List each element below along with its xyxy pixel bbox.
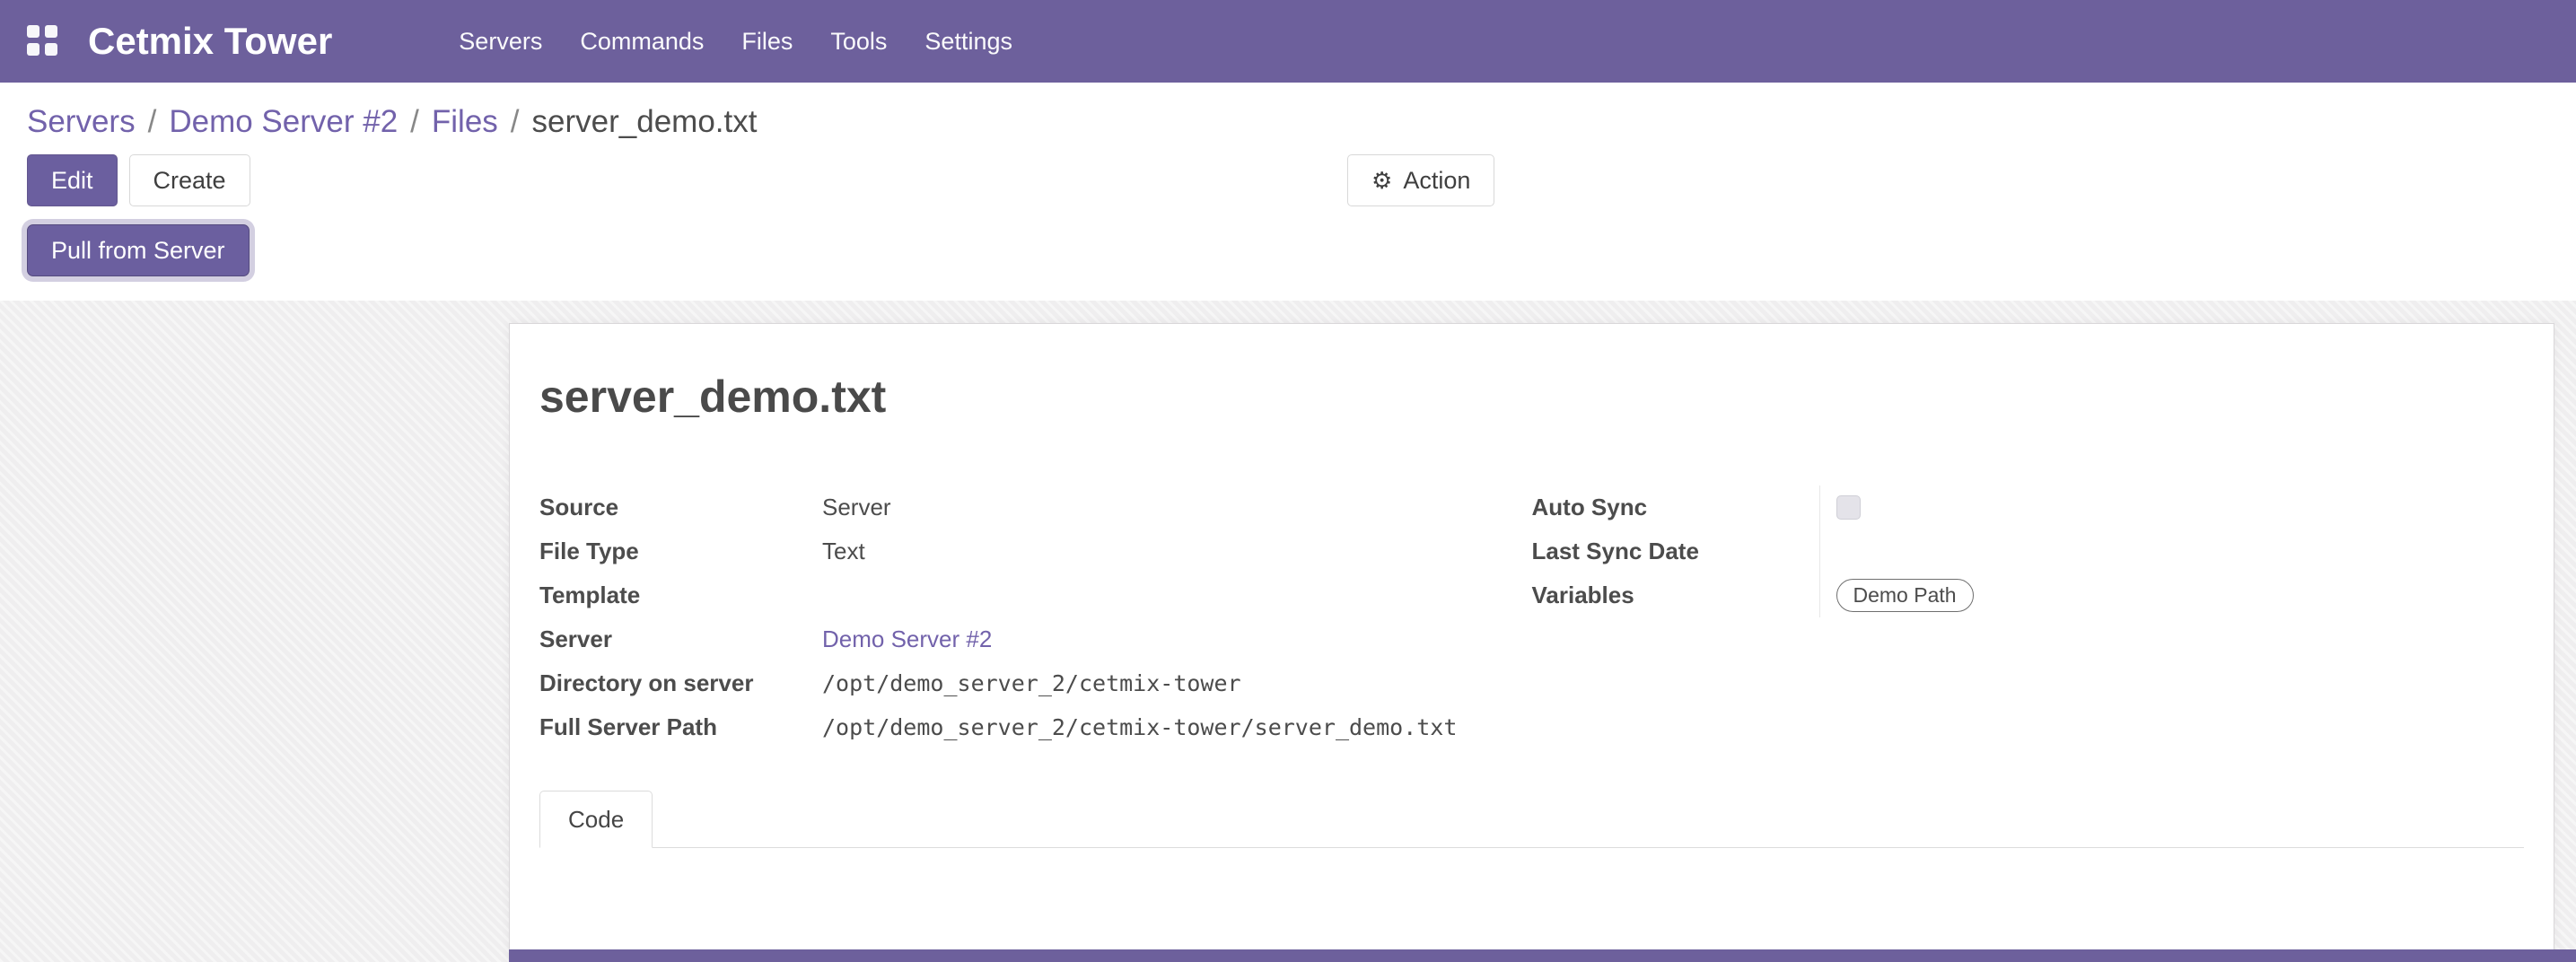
field-value-server: Demo Server #2 bbox=[822, 625, 1532, 653]
apps-menu-icon[interactable] bbox=[27, 25, 59, 57]
main-menu: Servers Commands Files Tools Settings bbox=[440, 0, 1031, 83]
field-groups: Source Server File Type Text Template Se… bbox=[539, 485, 2524, 749]
header-buttons-row: Pull from Server bbox=[0, 212, 2576, 276]
content-area: server_demo.txt Source Server File Type … bbox=[0, 301, 2576, 962]
field-label: Source bbox=[539, 494, 822, 521]
field-group-left: Source Server File Type Text Template Se… bbox=[539, 485, 1532, 749]
form-sheet: server_demo.txt Source Server File Type … bbox=[509, 323, 2554, 962]
create-button[interactable]: Create bbox=[129, 154, 250, 206]
field-value-auto-sync bbox=[1819, 485, 2525, 529]
notebook-tabs: Code bbox=[539, 791, 2524, 848]
field-label: Auto Sync bbox=[1532, 494, 1819, 521]
field-row-full-path: Full Server Path /opt/demo_server_2/cetm… bbox=[539, 705, 1532, 749]
breadcrumb-current: server_demo.txt bbox=[532, 104, 758, 140]
edit-button[interactable]: Edit bbox=[27, 154, 118, 206]
button-row: Edit Create ⚙ Action bbox=[0, 145, 2576, 212]
field-row-file-type: File Type Text bbox=[539, 529, 1532, 573]
field-row-source: Source Server bbox=[539, 485, 1532, 529]
field-value-last-sync-date bbox=[1819, 529, 2525, 573]
field-value-full-path: /opt/demo_server_2/cetmix-tower/server_d… bbox=[822, 714, 1532, 740]
top-navbar: Cetmix Tower Servers Commands Files Tool… bbox=[0, 0, 2576, 83]
field-label: File Type bbox=[539, 538, 822, 565]
nav-files[interactable]: Files bbox=[723, 0, 811, 83]
pull-from-server-button[interactable]: Pull from Server bbox=[27, 224, 250, 276]
tab-code[interactable]: Code bbox=[539, 791, 653, 848]
breadcrumb-separator: / bbox=[410, 104, 419, 140]
tab-code-content bbox=[539, 848, 2524, 947]
control-panel: Servers / Demo Server #2 / Files / serve… bbox=[0, 83, 2576, 301]
auto-sync-checkbox bbox=[1836, 495, 1861, 520]
field-value-file-type: Text bbox=[822, 538, 1532, 565]
app-brand[interactable]: Cetmix Tower bbox=[88, 20, 332, 63]
breadcrumb-files[interactable]: Files bbox=[432, 104, 498, 140]
field-label: Template bbox=[539, 582, 822, 609]
breadcrumb-servers[interactable]: Servers bbox=[27, 104, 136, 140]
field-label: Server bbox=[539, 625, 822, 653]
field-row-template: Template bbox=[539, 573, 1532, 617]
breadcrumb-demo-server[interactable]: Demo Server #2 bbox=[169, 104, 398, 140]
nav-commands[interactable]: Commands bbox=[561, 0, 723, 83]
breadcrumb-separator: / bbox=[148, 104, 157, 140]
field-label: Last Sync Date bbox=[1532, 538, 1819, 565]
nav-servers[interactable]: Servers bbox=[440, 0, 561, 83]
field-row-server: Server Demo Server #2 bbox=[539, 617, 1532, 661]
breadcrumb-separator: / bbox=[511, 104, 520, 140]
field-value-source: Server bbox=[822, 494, 1532, 521]
code-editor-top-strip bbox=[509, 949, 2576, 962]
variable-tag: Demo Path bbox=[1836, 579, 1974, 613]
field-row-directory: Directory on server /opt/demo_server_2/c… bbox=[539, 661, 1532, 705]
server-link[interactable]: Demo Server #2 bbox=[822, 625, 992, 652]
field-group-right: Auto Sync Last Sync Date Variables Demo … bbox=[1532, 485, 2525, 749]
field-label: Variables bbox=[1532, 582, 1819, 609]
field-label: Directory on server bbox=[539, 669, 822, 697]
field-row-variables: Variables Demo Path bbox=[1532, 573, 2525, 617]
field-label: Full Server Path bbox=[539, 713, 822, 741]
field-value-variables: Demo Path bbox=[1819, 573, 2525, 617]
gear-icon: ⚙ bbox=[1371, 169, 1392, 192]
breadcrumb: Servers / Demo Server #2 / Files / serve… bbox=[0, 83, 2576, 145]
nav-settings[interactable]: Settings bbox=[906, 0, 1031, 83]
action-button-label: Action bbox=[1403, 167, 1470, 195]
action-button[interactable]: ⚙ Action bbox=[1347, 154, 1494, 206]
record-title: server_demo.txt bbox=[539, 371, 2524, 423]
field-row-last-sync-date: Last Sync Date bbox=[1532, 529, 2525, 573]
field-row-auto-sync: Auto Sync bbox=[1532, 485, 2525, 529]
field-value-directory: /opt/demo_server_2/cetmix-tower bbox=[822, 670, 1532, 696]
nav-tools[interactable]: Tools bbox=[811, 0, 906, 83]
